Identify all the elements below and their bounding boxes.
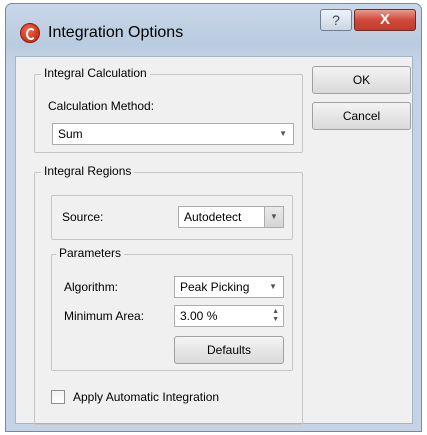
app-logo-icon	[20, 23, 40, 43]
integral-calculation-group: Integral Calculation Calculation Method:…	[34, 66, 303, 153]
calculation-method-label: Calculation Method:	[48, 99, 155, 113]
calculation-method-value: Sum	[58, 127, 83, 141]
parameters-label: Parameters	[56, 246, 125, 260]
title-bar[interactable]: Integration Options ? X	[6, 4, 421, 56]
spin-up-icon[interactable]: ▲	[272, 308, 279, 316]
source-box: Source: Autodetect ▼	[51, 195, 293, 240]
source-select[interactable]: Autodetect ▼	[178, 206, 284, 228]
chevron-down-icon: ▼	[279, 129, 287, 138]
minimum-area-spinbox[interactable]: 3.00 % ▲ ▼	[174, 305, 284, 327]
ok-button[interactable]: OK	[312, 66, 411, 94]
integral-regions-group: Integral Regions Source: Autodetect ▼ Pa…	[34, 164, 303, 425]
integral-regions-label: Integral Regions	[41, 164, 135, 178]
source-value: Autodetect	[184, 210, 242, 224]
integration-options-dialog: Integration Options ? X Integral Calcula…	[5, 3, 422, 432]
dialog-title: Integration Options	[48, 24, 184, 41]
dialog-body: Integral Calculation Calculation Method:…	[15, 56, 413, 425]
source-label: Source:	[62, 210, 104, 224]
calculation-method-select[interactable]: Sum ▼	[52, 123, 294, 145]
minimum-area-value: 3.00 %	[180, 309, 218, 323]
apply-automatic-integration-label[interactable]: Apply Automatic Integration	[73, 390, 219, 404]
algorithm-label: Algorithm:	[64, 280, 119, 294]
apply-automatic-integration-checkbox[interactable]	[51, 390, 65, 404]
help-button[interactable]: ?	[320, 9, 352, 31]
integral-calculation-label: Integral Calculation	[41, 66, 150, 80]
cancel-button[interactable]: Cancel	[312, 102, 411, 130]
spin-down-icon[interactable]: ▼	[272, 316, 279, 324]
chevron-down-icon: ▼	[269, 282, 277, 291]
algorithm-value: Peak Picking	[180, 280, 250, 294]
defaults-button[interactable]: Defaults	[174, 336, 284, 364]
close-button[interactable]: X	[354, 9, 416, 31]
parameters-group: Parameters Algorithm: Peak Picking ▼ Min…	[51, 246, 293, 371]
minimum-area-label: Minimum Area:	[64, 309, 145, 323]
algorithm-select[interactable]: Peak Picking ▼	[174, 276, 284, 298]
chevron-down-icon: ▼	[264, 207, 283, 227]
